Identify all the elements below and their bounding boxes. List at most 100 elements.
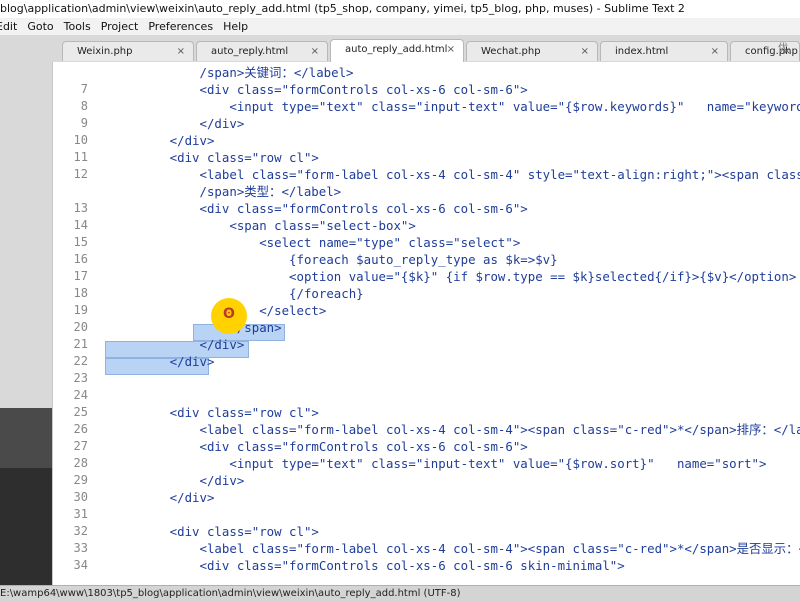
close-icon[interactable]: × bbox=[581, 42, 589, 62]
line-number bbox=[53, 64, 88, 81]
tab-label: auto_reply.html bbox=[211, 46, 289, 57]
tab-label: Wechat.php bbox=[481, 46, 541, 57]
line-number: 18 bbox=[73, 286, 88, 300]
code-line: 22 </div> bbox=[53, 353, 800, 370]
code-text: <span class="select-box"> bbox=[110, 218, 416, 233]
line-number: 10 bbox=[73, 133, 88, 147]
code-text: <div class="row cl"> bbox=[110, 524, 319, 539]
code-text: <div class="formControls col-xs-6 col-sm… bbox=[110, 201, 528, 216]
line-number: 21 bbox=[73, 337, 88, 351]
code-text: <input type="text" class="input-text" va… bbox=[110, 99, 800, 114]
line-number bbox=[53, 183, 88, 200]
tab-weixin-php[interactable]: Weixin.php × bbox=[62, 41, 194, 61]
code-line: 12 <label class="form-label col-xs-4 col… bbox=[53, 166, 800, 183]
line-number: 32 bbox=[73, 524, 88, 538]
code-line: 26 <label class="form-label col-xs-4 col… bbox=[53, 421, 800, 438]
line-number: 17 bbox=[73, 269, 88, 283]
code-text: </div> bbox=[110, 337, 245, 352]
code-line: 34 <div class="formControls col-xs-6 col… bbox=[53, 557, 800, 574]
mouse-cursor-highlight: ʘ bbox=[211, 298, 247, 334]
line-number: 8 bbox=[80, 99, 88, 113]
line-number: 7 bbox=[80, 82, 88, 96]
line-number: 26 bbox=[73, 422, 88, 436]
code-line: 14 <span class="select-box"> bbox=[53, 217, 800, 234]
menu-goto[interactable]: Goto bbox=[22, 18, 58, 35]
tab-wechat-php[interactable]: Wechat.php × bbox=[466, 41, 598, 61]
sidebar-upper bbox=[0, 62, 52, 408]
code-line: 15 <select name="type" class="select"> bbox=[53, 234, 800, 251]
code-line: 32 <div class="row cl"> bbox=[53, 523, 800, 540]
line-number: 28 bbox=[73, 456, 88, 470]
code-line: 8 <input type="text" class="input-text" … bbox=[53, 98, 800, 115]
line-number: 19 bbox=[73, 303, 88, 317]
code-text: </span> bbox=[110, 320, 282, 335]
code-line: /span>关键词：</label> bbox=[53, 64, 800, 81]
code-line: 31 bbox=[53, 506, 800, 523]
menu-bar: EditGotoToolsProjectPreferencesHelp bbox=[0, 18, 800, 35]
code-line: 21 </div> bbox=[53, 336, 800, 353]
menu-edit[interactable]: Edit bbox=[0, 18, 22, 35]
code-editor[interactable]: /span>关键词：</label> 7 <div class="formCont… bbox=[53, 62, 800, 585]
tab-auto-reply-add-html[interactable]: auto_reply_add.html × bbox=[330, 39, 464, 62]
code-text: </div> bbox=[110, 490, 215, 505]
menu-help[interactable]: Help bbox=[218, 18, 253, 35]
code-line: 24 bbox=[53, 387, 800, 404]
code-text: </div> bbox=[110, 116, 245, 131]
line-number: 22 bbox=[73, 354, 88, 368]
line-number: 33 bbox=[73, 541, 88, 555]
window-title-bar: blog\application\admin\view\weixin\auto_… bbox=[0, 0, 800, 18]
sidebar-lower bbox=[0, 468, 52, 585]
line-number: 20 bbox=[73, 320, 88, 334]
line-number: 14 bbox=[73, 218, 88, 232]
close-icon[interactable]: × bbox=[447, 40, 455, 60]
code-text: <div class="row cl"> bbox=[110, 150, 319, 165]
code-text: <div class="formControls col-xs-6 col-sm… bbox=[110, 82, 528, 97]
line-number: 25 bbox=[73, 405, 88, 419]
tab-auto-reply-html[interactable]: auto_reply.html × bbox=[196, 41, 328, 61]
code-text: </div> bbox=[110, 354, 215, 369]
line-number: 12 bbox=[73, 167, 88, 181]
tab-label: Weixin.php bbox=[77, 46, 133, 57]
code-line: 28 <input type="text" class="input-text"… bbox=[53, 455, 800, 472]
menu-tools[interactable]: Tools bbox=[59, 18, 96, 35]
close-icon[interactable]: × bbox=[311, 42, 319, 62]
tab-index-html[interactable]: index.html × bbox=[600, 41, 728, 61]
tab-label: auto_reply_add.html bbox=[345, 44, 448, 55]
cursor-glyph: ʘ bbox=[223, 306, 235, 322]
menu-preferences[interactable]: Preferences bbox=[143, 18, 218, 35]
tab-label: index.html bbox=[615, 46, 669, 57]
code-text: /span>关键词：</label> bbox=[110, 65, 354, 80]
line-number: 34 bbox=[73, 558, 88, 572]
code-text: <div class="row cl"> bbox=[110, 405, 319, 420]
code-text: <label class="form-label col-xs-4 col-sm… bbox=[199, 167, 800, 182]
code-line: 19 </select> bbox=[53, 302, 800, 319]
code-line: 13 <div class="formControls col-xs-6 col… bbox=[53, 200, 800, 217]
code-line: 33 <label class="form-label col-xs-4 col… bbox=[53, 540, 800, 557]
tab-bar: Weixin.php × auto_reply.html × auto_repl… bbox=[0, 35, 800, 63]
code-line: 7 <div class="formControls col-xs-6 col-… bbox=[53, 81, 800, 98]
code-text: <select name="type" class="select"> bbox=[110, 235, 521, 250]
code-line: 23 bbox=[53, 370, 800, 387]
code-text: <label class="form-label col-xs-4 col-sm… bbox=[110, 422, 800, 437]
code-text: </div> bbox=[110, 473, 245, 488]
line-number: 30 bbox=[73, 490, 88, 504]
line-number: 23 bbox=[73, 371, 88, 385]
close-icon[interactable]: × bbox=[177, 42, 185, 62]
code-text: /span>类型：</label> bbox=[110, 184, 342, 199]
close-icon[interactable]: × bbox=[711, 42, 719, 62]
menu-project[interactable]: Project bbox=[96, 18, 144, 35]
corner-badge: 优 bbox=[778, 43, 788, 54]
line-number: 27 bbox=[73, 439, 88, 453]
code-line: 20 </span> bbox=[53, 319, 800, 336]
line-number: 31 bbox=[73, 507, 88, 521]
code-line: /span>类型：</label> bbox=[53, 183, 800, 200]
code-line: 30 </div> bbox=[53, 489, 800, 506]
code-text: <div class="formControls col-xs-6 col-sm… bbox=[110, 558, 625, 573]
code-line: 11 <div class="row cl"> bbox=[53, 149, 800, 166]
line-number: 9 bbox=[80, 116, 88, 130]
line-number: 11 bbox=[73, 150, 88, 164]
code-text: </div> bbox=[110, 133, 215, 148]
code-line: 18 {/foreach} bbox=[53, 285, 800, 302]
status-text: E:\wamp64\www\1803\tp5_blog\application\… bbox=[0, 588, 461, 599]
status-bar: E:\wamp64\www\1803\tp5_blog\application\… bbox=[0, 585, 800, 601]
